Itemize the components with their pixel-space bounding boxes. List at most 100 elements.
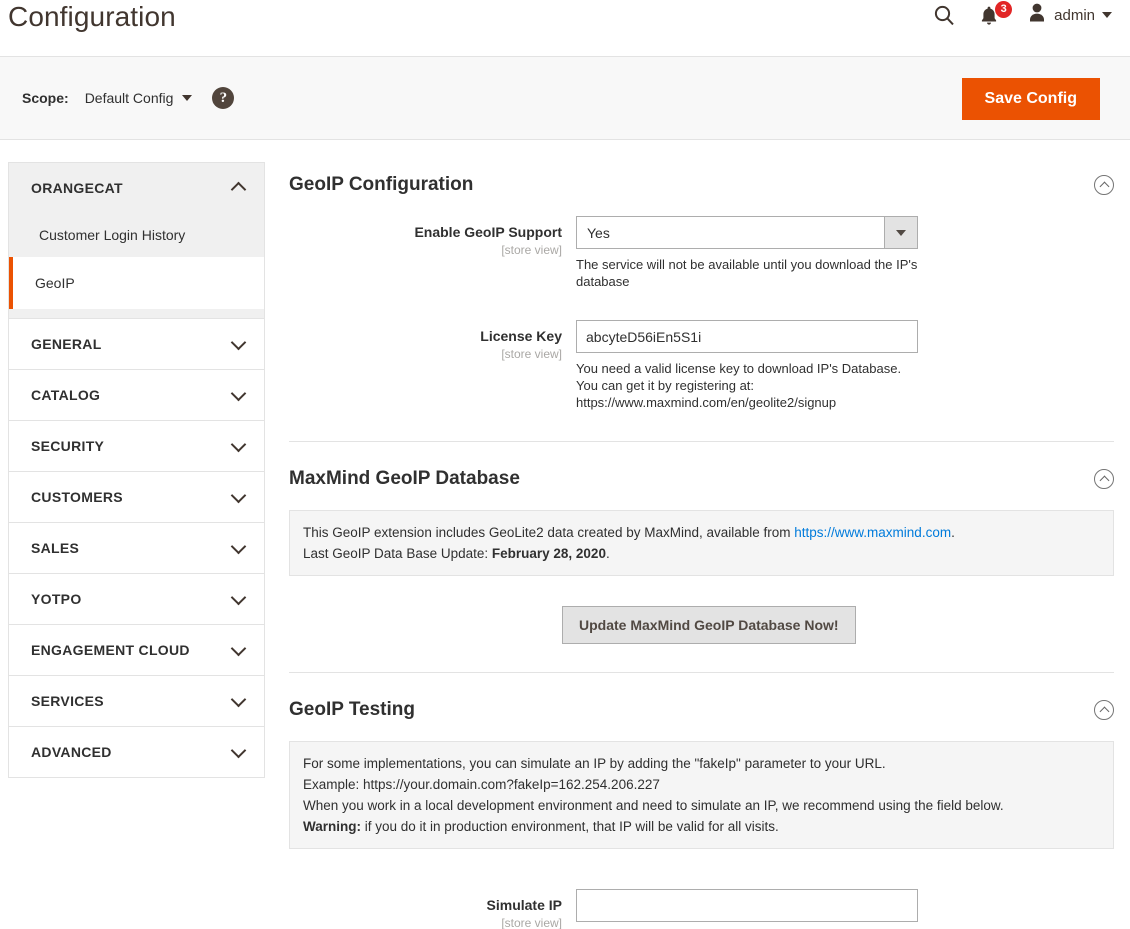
maxmind-attribution-suffix: . [951,525,955,540]
field-enable-geoip-support: Enable GeoIP Support [store view] Yes Th… [289,216,1114,296]
chevron-down-icon [230,742,247,758]
maxmind-last-update-line: Last GeoIP Data Base Update: February 28… [303,543,1100,564]
section-geoip-configuration: GeoIP Configuration Enable GeoIP Support… [289,162,1114,441]
sidebar-item-services[interactable]: SERVICES [9,676,264,726]
search-icon[interactable] [933,4,955,26]
sidebar-section-customers: CUSTOMERS [9,472,264,523]
sidebar-item-label: YOTPO [31,591,82,607]
sidebar-section-orangecat: ORANGECAT Customer Login History GeoIP [9,163,264,319]
field-label-group: License Key [store view] [289,320,576,411]
sidebar-item-label: GENERAL [31,336,102,352]
sidebar-item-catalog[interactable]: CATALOG [9,370,264,420]
chevron-down-icon [1102,12,1112,18]
chevron-down-icon [230,436,247,452]
section-header[interactable]: GeoIP Configuration [289,162,1114,216]
help-question-icon[interactable]: ? [212,87,235,109]
scope-label: Scope: [22,90,69,106]
sidebar-item-engagement-cloud[interactable]: ENGAGEMENT CLOUD [9,625,264,675]
sidebar-section-services: SERVICES [9,676,264,727]
testing-line-1: For some implementations, you can simula… [303,756,886,771]
sidebar-item-customers[interactable]: CUSTOMERS [9,472,264,522]
sidebar-section-advanced: ADVANCED [9,727,264,778]
admin-menu[interactable]: admin [1027,2,1112,28]
sidebar-item-label: ENGAGEMENT CLOUD [31,642,190,658]
chevron-down-icon [230,334,247,350]
last-update-value: February 28, 2020 [491,546,606,561]
sidebar-section-security: SECURITY [9,421,264,472]
chevron-down-icon [182,95,193,101]
testing-line-2: Example: https://your.domain.com?fakeIp=… [303,777,660,792]
field-license-key: License Key [store view] You need a vali… [289,320,1114,417]
admin-user-name: admin [1054,6,1095,24]
update-button-row: Update MaxMind GeoIP Database Now! [289,576,1114,672]
section-maxmind-geoip-database: MaxMind GeoIP Database This GeoIP extens… [289,441,1114,672]
simulate-ip-input[interactable] [576,889,918,922]
section-header[interactable]: MaxMind GeoIP Database [289,456,1114,510]
field-label-group: Simulate IP [store view] [289,889,576,929]
config-nav-list: ORANGECAT Customer Login History GeoIP G… [8,162,265,778]
last-update-suffix: . [605,546,610,561]
maxmind-link[interactable]: https://www.maxmind.com [794,525,951,540]
collapse-toggle-icon[interactable] [1094,175,1114,195]
scope-selector[interactable]: Default Config [85,90,193,106]
sidebar-section-sales: SALES [9,523,264,574]
sidebar-item-customer-login-history[interactable]: Customer Login History [9,213,264,257]
sidebar-item-security[interactable]: SECURITY [9,421,264,471]
chevron-down-icon [230,691,247,707]
notifications-count-badge: 3 [995,0,1013,18]
sidebar-item-general[interactable]: GENERAL [9,319,264,369]
sidebar-section-engagement-cloud: ENGAGEMENT CLOUD [9,625,264,676]
warning-label: Warning: [303,819,361,834]
maxmind-info-box: This GeoIP extension includes GeoLite2 d… [289,510,1114,576]
sidebar-item-label: ORANGECAT [31,180,123,196]
save-config-button[interactable]: Save Config [961,78,1100,120]
license-key-input[interactable] [576,320,918,353]
maxmind-attribution-prefix: This GeoIP extension includes GeoLite2 d… [303,525,795,540]
field-simulate-ip: Simulate IP [store view] US: 162.254.206… [289,889,1114,929]
sidebar-item-label: SECURITY [31,438,105,454]
chevron-down-icon [230,640,247,656]
testing-line-3: When you work in a local development env… [303,798,1004,813]
sidebar-item-label: ADVANCED [31,744,112,760]
header-tools: 3 admin [933,0,1112,28]
sidebar-children-orangecat: Customer Login History GeoIP [9,213,264,318]
sidebar-section-catalog: CATALOG [9,370,264,421]
config-content: GeoIP Configuration Enable GeoIP Support… [265,162,1130,929]
page-body: ORANGECAT Customer Login History GeoIP G… [0,140,1130,929]
user-avatar-icon [1027,2,1047,28]
notifications-bell-icon[interactable]: 3 [979,0,1013,26]
maxmind-attribution-line: This GeoIP extension includes GeoLite2 d… [303,522,1100,543]
field-scope-note: [store view] [501,347,562,361]
collapse-toggle-icon[interactable] [1094,469,1114,489]
last-update-label: Last GeoIP Data Base Update: [303,546,492,561]
sidebar-child-label: Customer Login History [39,227,186,243]
sidebar-item-advanced[interactable]: ADVANCED [9,727,264,777]
chevron-down-icon [230,487,247,503]
update-maxmind-database-button[interactable]: Update MaxMind GeoIP Database Now! [562,606,856,644]
chevron-up-icon [230,181,247,198]
field-scope-note: [store view] [501,243,562,257]
section-title: MaxMind GeoIP Database [289,468,520,489]
collapse-toggle-icon[interactable] [1094,700,1114,720]
chevron-down-icon[interactable] [884,217,917,248]
page-header: Configuration 3 admin [0,0,1130,56]
field-label: Enable GeoIP Support [414,224,562,240]
section-title: GeoIP Configuration [289,174,474,195]
sidebar-item-yotpo[interactable]: YOTPO [9,574,264,624]
testing-warning-line: Warning: if you do it in production envi… [303,816,1100,837]
scope-selected-value: Default Config [84,90,174,106]
chevron-down-icon [230,589,247,605]
sidebar-section-general: GENERAL [9,319,264,370]
field-label: Simulate IP [486,897,562,913]
sidebar-item-orangecat[interactable]: ORANGECAT [9,163,264,213]
section-header[interactable]: GeoIP Testing [289,687,1114,741]
enable-geoip-support-select[interactable]: Yes [576,216,918,249]
sidebar-child-label: GeoIP [35,275,75,291]
chevron-down-icon [230,538,247,554]
page-title: Configuration [8,1,176,32]
field-note: You need a valid license key to download… [576,361,902,410]
sidebar-item-geoip[interactable]: GeoIP [9,257,264,309]
sidebar-section-yotpo: YOTPO [9,574,264,625]
sidebar-item-sales[interactable]: SALES [9,523,264,573]
field-scope-note: [store view] [501,916,562,929]
